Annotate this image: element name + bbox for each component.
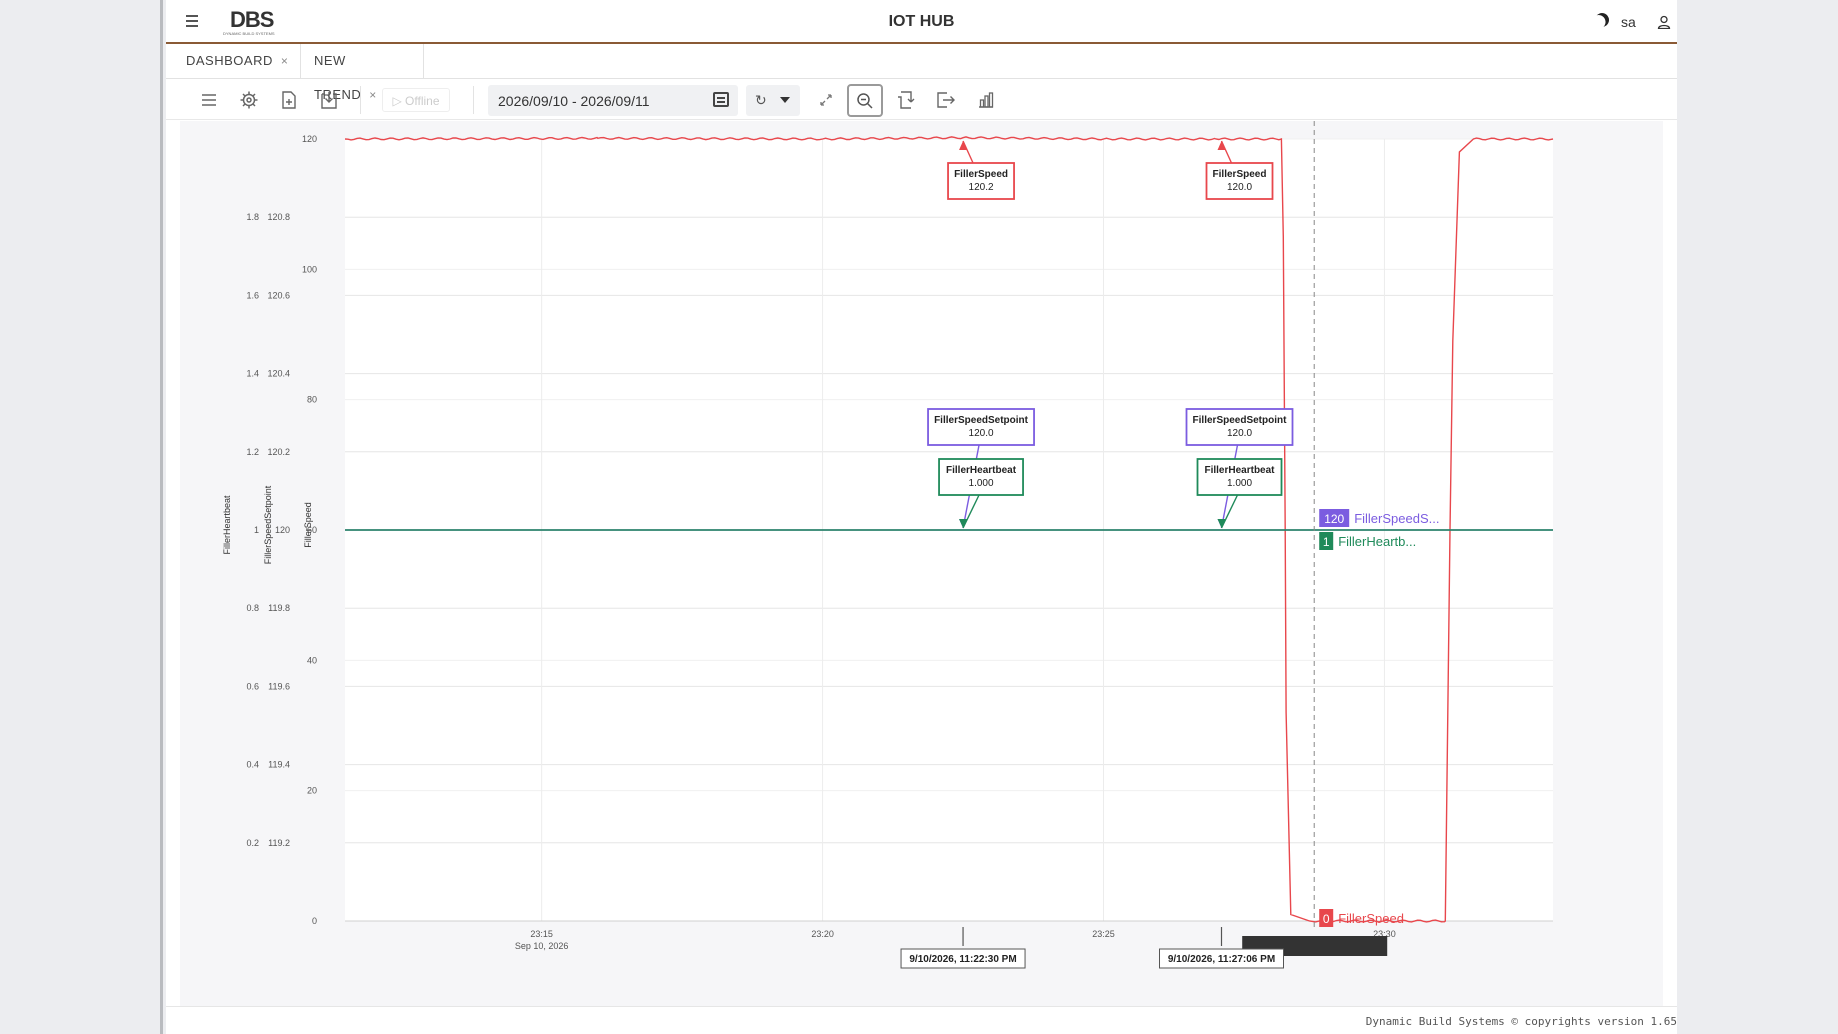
offline-label: Offline bbox=[405, 94, 440, 108]
y-tick-label: 119.8 bbox=[268, 603, 290, 613]
logo-subtext: DYNAMIC BUILD SYSTEMS bbox=[223, 31, 275, 36]
toolbar-divider bbox=[360, 86, 361, 114]
left-margin bbox=[0, 0, 163, 1034]
tooltip-series-name: FillerSpeedSetpoint bbox=[1193, 415, 1288, 426]
offline-button[interactable]: ▷ Offline bbox=[382, 88, 450, 112]
x-tick-label: 23:25 bbox=[1092, 929, 1115, 939]
y-tick-label: 1 bbox=[254, 525, 259, 535]
tooltip-value: 120.0 bbox=[1227, 182, 1252, 193]
y-axis-title: FillerSpeedSetpoint bbox=[263, 485, 273, 564]
trend-chart-area: 0.2 0.4 0.6 0.8 1 1.2 1.4 1.6 1.8 FillerHeartbeat… bbox=[180, 121, 1663, 1006]
cursor-series-label: FillerHeartb... bbox=[1338, 534, 1416, 549]
y-tick-label: 0.8 bbox=[246, 603, 259, 613]
export-icon[interactable] bbox=[936, 90, 956, 110]
tooltip-value: 1.000 bbox=[1227, 478, 1252, 489]
x-tick-label: 23:15 bbox=[530, 929, 553, 939]
y-tick-label: 1.2 bbox=[246, 447, 259, 457]
refresh-icon: ↻ bbox=[755, 92, 767, 108]
y-tick-label: 119.2 bbox=[268, 838, 290, 848]
cursor-value: 0 bbox=[1323, 912, 1330, 926]
y-tick-label: 0.4 bbox=[246, 760, 259, 770]
new-file-icon[interactable] bbox=[279, 90, 299, 110]
tooltip-series-name: FillerSpeedSetpoint bbox=[934, 415, 1029, 426]
zoom-out-button[interactable] bbox=[847, 84, 883, 117]
tab-new-trend[interactable]: NEW TREND × bbox=[301, 44, 424, 102]
tooltip-value: 120.0 bbox=[969, 428, 994, 439]
y-tick-label: 120 bbox=[302, 134, 317, 144]
list-icon[interactable] bbox=[199, 90, 219, 110]
y-tick-label: 120.8 bbox=[267, 212, 290, 222]
y-tick-label: 40 bbox=[307, 655, 317, 665]
footer: Dynamic Build Systems © copyrights versi… bbox=[166, 1006, 1677, 1034]
y-axis-title: FillerHeartbeat bbox=[222, 495, 232, 555]
tooltip-value: 120.2 bbox=[969, 182, 994, 193]
caret-down-icon bbox=[780, 97, 790, 103]
y-tick-label: 120.2 bbox=[267, 447, 290, 457]
tab-dashboard-label: DASHBOARD bbox=[186, 53, 273, 68]
user-icon[interactable] bbox=[1657, 15, 1671, 29]
y-tick-label: 0.6 bbox=[246, 681, 259, 691]
trend-toolbar: ▷ Offline 2026/09/10 - 2026/09/11 ↻ bbox=[166, 80, 1677, 120]
x-tick-sublabel: Sep 10, 2026 bbox=[515, 941, 569, 951]
expand-arrows-icon[interactable] bbox=[816, 90, 836, 110]
tab-dashboard[interactable]: DASHBOARD × bbox=[166, 44, 301, 78]
y-tick-label: 120.6 bbox=[267, 290, 290, 300]
tooltip-series-name: FillerHeartbeat bbox=[946, 465, 1017, 476]
y-tick-label: 119.6 bbox=[268, 681, 290, 691]
y-tick-label: 120 bbox=[275, 525, 290, 535]
y-tick-label: 100 bbox=[302, 264, 317, 274]
tooltip-series-name: FillerHeartbeat bbox=[1204, 465, 1275, 476]
x-tick-label: 23:20 bbox=[811, 929, 834, 939]
y-tick-label: 1.8 bbox=[246, 212, 259, 222]
date-range-value: 2026/09/10 - 2026/09/11 bbox=[498, 93, 650, 109]
date-range-picker[interactable]: 2026/09/10 - 2026/09/11 bbox=[488, 85, 738, 116]
cursor-value: 1 bbox=[1323, 535, 1330, 549]
y-tick-label: 1.4 bbox=[246, 369, 259, 379]
settings-gear-icon[interactable] bbox=[239, 90, 259, 110]
toolbar-divider bbox=[473, 86, 474, 114]
y-tick-label: 80 bbox=[307, 395, 317, 405]
tooltip-series-name: FillerSpeed bbox=[954, 169, 1008, 180]
refresh-dropdown[interactable]: ↻ bbox=[746, 85, 800, 116]
footer-copyright: Dynamic Build Systems © copyrights versi… bbox=[1365, 1015, 1677, 1028]
cursor-series-label: FillerSpeed bbox=[1338, 911, 1404, 926]
tooltip-value: 120.0 bbox=[1227, 428, 1252, 439]
trend-chart[interactable]: 0.2 0.4 0.6 0.8 1 1.2 1.4 1.6 1.8 FillerHeartbeat… bbox=[180, 121, 1663, 1006]
cursor-series-label: FillerSpeedS... bbox=[1354, 511, 1439, 526]
user-name: sa bbox=[1621, 14, 1636, 30]
y-tick-label: 20 bbox=[307, 786, 317, 796]
bar-chart-icon[interactable] bbox=[976, 90, 996, 110]
page-title: IOT HUB bbox=[888, 13, 955, 30]
y-tick-label: 120.4 bbox=[267, 369, 290, 379]
pan-icon[interactable] bbox=[896, 90, 916, 110]
calendar-icon[interactable] bbox=[713, 92, 729, 107]
zoom-out-icon bbox=[857, 92, 873, 109]
y-tick-label: 119.4 bbox=[268, 760, 290, 770]
header-bar: DBS DYNAMIC BUILD SYSTEMS IOT HUB sa bbox=[166, 0, 1677, 44]
marker-time-label: 9/10/2026, 11:27:06 PM bbox=[1168, 954, 1275, 965]
y-tick-label: 0 bbox=[312, 916, 317, 926]
y-tick-label: 0.2 bbox=[246, 838, 259, 848]
app-window: DBS DYNAMIC BUILD SYSTEMS IOT HUB sa DAS… bbox=[166, 0, 1677, 1034]
tooltip-value: 1.000 bbox=[969, 478, 994, 489]
marker-time-label: 9/10/2026, 11:22:30 PM bbox=[909, 954, 1016, 965]
save-icon[interactable] bbox=[319, 90, 339, 110]
tooltip-series-name: FillerSpeed bbox=[1213, 169, 1267, 180]
cursor-value: 120 bbox=[1324, 512, 1344, 526]
y-tick-label: 1.6 bbox=[246, 290, 259, 300]
tab-dashboard-close-icon[interactable]: × bbox=[281, 54, 289, 68]
y-axis-title: FillerSpeed bbox=[303, 502, 313, 548]
right-margin bbox=[1677, 0, 1838, 1034]
tab-bar: DASHBOARD × NEW TREND × bbox=[166, 44, 1677, 102]
